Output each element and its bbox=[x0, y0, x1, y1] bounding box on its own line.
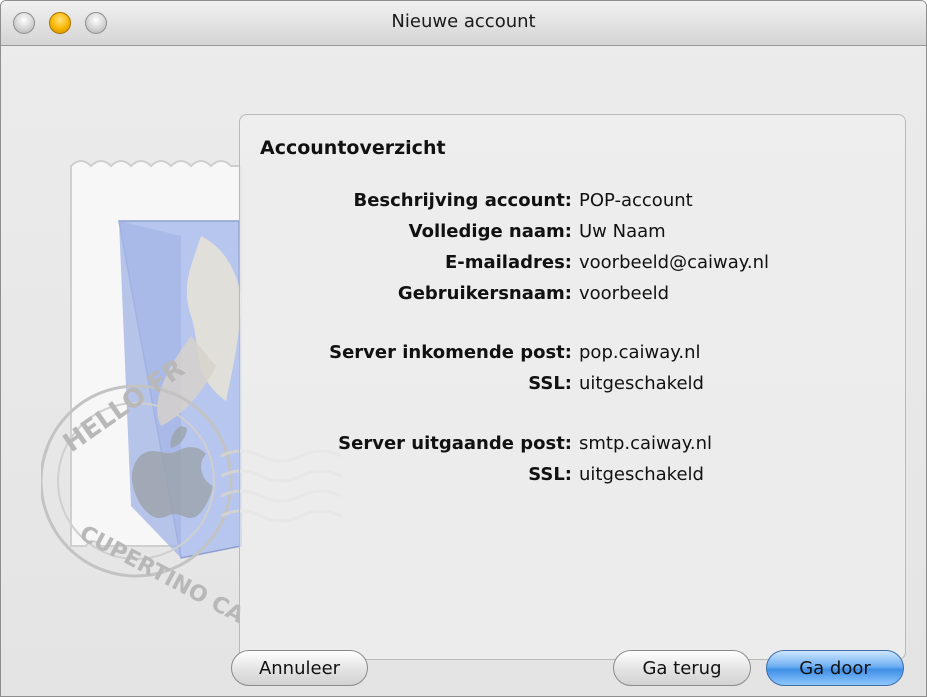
new-account-window: Nieuwe account HELLO FR CUPERTINO CA Acc… bbox=[0, 0, 927, 697]
summary-row-username: Gebruikersnaam: voorbeeld bbox=[240, 283, 905, 313]
summary-value: voorbeeld bbox=[579, 283, 670, 304]
title-bar[interactable]: Nieuwe account bbox=[1, 1, 926, 46]
summary-row-description: Beschrijving account: POP-account bbox=[240, 190, 905, 220]
summary-value: POP-account bbox=[579, 190, 693, 211]
summary-row-outgoing-server: Server uitgaande post: smtp.caiway.nl bbox=[240, 433, 905, 463]
summary-row-full-name: Volledige naam: Uw Naam bbox=[240, 221, 905, 251]
window-title: Nieuwe account bbox=[391, 11, 536, 32]
summary-label: E-mailadres: bbox=[444, 252, 572, 273]
summary-value: pop.caiway.nl bbox=[579, 342, 701, 363]
summary-label: Gebruikersnaam: bbox=[397, 283, 572, 304]
summary-value: smtp.caiway.nl bbox=[579, 433, 713, 454]
summary-row-incoming-server: Server inkomende post: pop.caiway.nl bbox=[240, 342, 905, 372]
summary-label: Server uitgaande post: bbox=[338, 433, 572, 454]
summary-label: SSL: bbox=[528, 464, 572, 485]
summary-value: uitgeschakeld bbox=[579, 373, 704, 394]
summary-row-incoming-ssl: SSL: uitgeschakeld bbox=[240, 373, 905, 403]
summary-label: SSL: bbox=[528, 373, 572, 394]
summary-label: Server inkomende post: bbox=[329, 342, 572, 363]
summary-value: Uw Naam bbox=[579, 221, 666, 242]
summary-value: voorbeeld@caiway.nl bbox=[579, 252, 769, 273]
assistant-content: HELLO FR CUPERTINO CA Accountoverzicht B… bbox=[1, 46, 926, 696]
account-summary-panel: Accountoverzicht Beschrijving account: P… bbox=[239, 114, 906, 660]
summary-label: Beschrijving account: bbox=[353, 190, 573, 211]
back-button[interactable]: Ga terug bbox=[613, 650, 751, 686]
summary-heading: Accountoverzicht bbox=[260, 137, 446, 159]
continue-button[interactable]: Ga door bbox=[766, 650, 904, 686]
cancel-button[interactable]: Annuleer bbox=[231, 650, 368, 686]
summary-row-outgoing-ssl: SSL: uitgeschakeld bbox=[240, 464, 905, 494]
summary-label: Volledige naam: bbox=[408, 221, 572, 242]
summary-value: uitgeschakeld bbox=[579, 464, 704, 485]
summary-row-email: E-mailadres: voorbeeld@caiway.nl bbox=[240, 252, 905, 282]
